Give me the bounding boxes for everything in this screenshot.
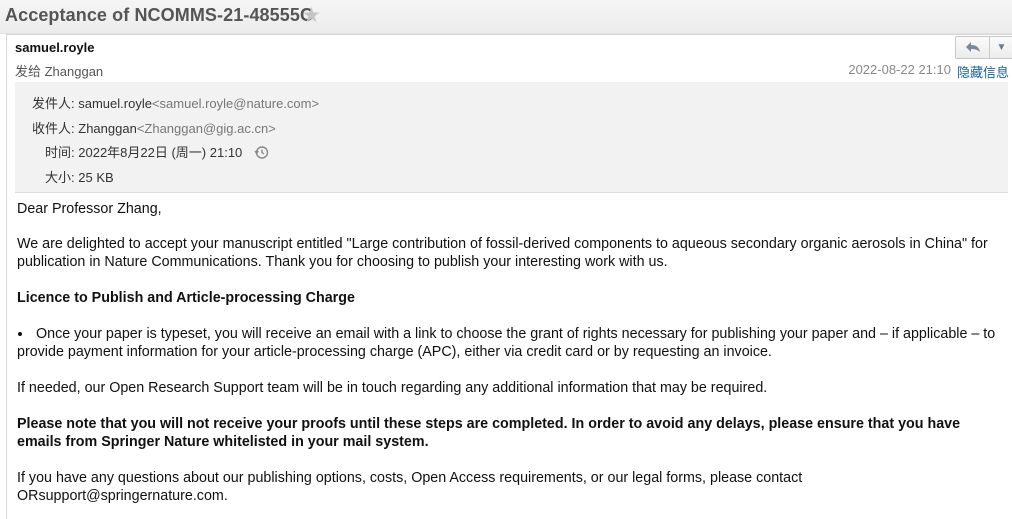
hide-details-link[interactable]: 隐藏信息 (957, 62, 1009, 81)
sent-to: 发给 Zhanggan (15, 64, 104, 79)
from-name[interactable]: samuel.royle (78, 96, 152, 111)
action-buttons: ▼ (955, 36, 1012, 59)
greeting: Dear Professor Zhang, (17, 201, 162, 217)
email-subject: Acceptance of NCOMMS-21-48555C (5, 5, 314, 25)
title-bar: Acceptance of NCOMMS-21-48555C ★ (0, 0, 1012, 34)
details-panel: 发件人: samuel.royle<samuel.royle@nature.co… (15, 82, 1008, 193)
section-heading: Licence to Publish and Article-processin… (17, 290, 355, 306)
size-row: 大小: 25 KB (45, 167, 114, 186)
from-address[interactable]: <samuel.royle@nature.com> (152, 96, 319, 111)
time-row: 时间: 2022年8月22日 (周一) 21:10 (45, 142, 269, 163)
sender-name[interactable]: samuel.royle (15, 40, 95, 55)
paragraph-proofs-note: Please note that you will not receive yo… (17, 416, 961, 450)
size-value: 25 KB (78, 170, 114, 185)
size-label: 大小: (45, 170, 75, 185)
to-label: 收件人: (32, 121, 75, 136)
history-icon[interactable] (254, 145, 269, 163)
chevron-down-icon: ▼ (996, 42, 1007, 53)
time-value: 2022年8月22日 (周一) 21:10 (78, 145, 243, 160)
sent-datetime: 2022-08-22 21:10 (848, 62, 951, 77)
reply-icon (965, 40, 981, 56)
from-row: 发件人: samuel.royle<samuel.royle@nature.co… (32, 93, 319, 112)
bullet-icon (18, 332, 22, 337)
more-options-button[interactable]: ▼ (990, 37, 1012, 58)
star-icon[interactable]: ★ (302, 3, 321, 28)
bullet-text: Once your paper is typeset, you will rec… (17, 326, 996, 360)
time-label: 时间: (45, 145, 75, 160)
to-address[interactable]: <Zhanggan@gig.ac.cn> (137, 121, 276, 136)
paragraph-support: If needed, our Open Research Support tea… (17, 380, 768, 396)
paragraph-contact: If you have any questions about our publ… (17, 470, 803, 504)
to-name[interactable]: Zhanggan (78, 121, 137, 136)
reply-button[interactable] (956, 37, 990, 58)
from-label: 发件人: (32, 96, 75, 111)
bullet-item: Once your paper is typeset, you will rec… (17, 325, 1002, 361)
to-row: 收件人: Zhanggan<Zhanggan@gig.ac.cn> (32, 118, 276, 137)
paragraph-acceptance: We are delighted to accept your manuscri… (17, 236, 988, 270)
